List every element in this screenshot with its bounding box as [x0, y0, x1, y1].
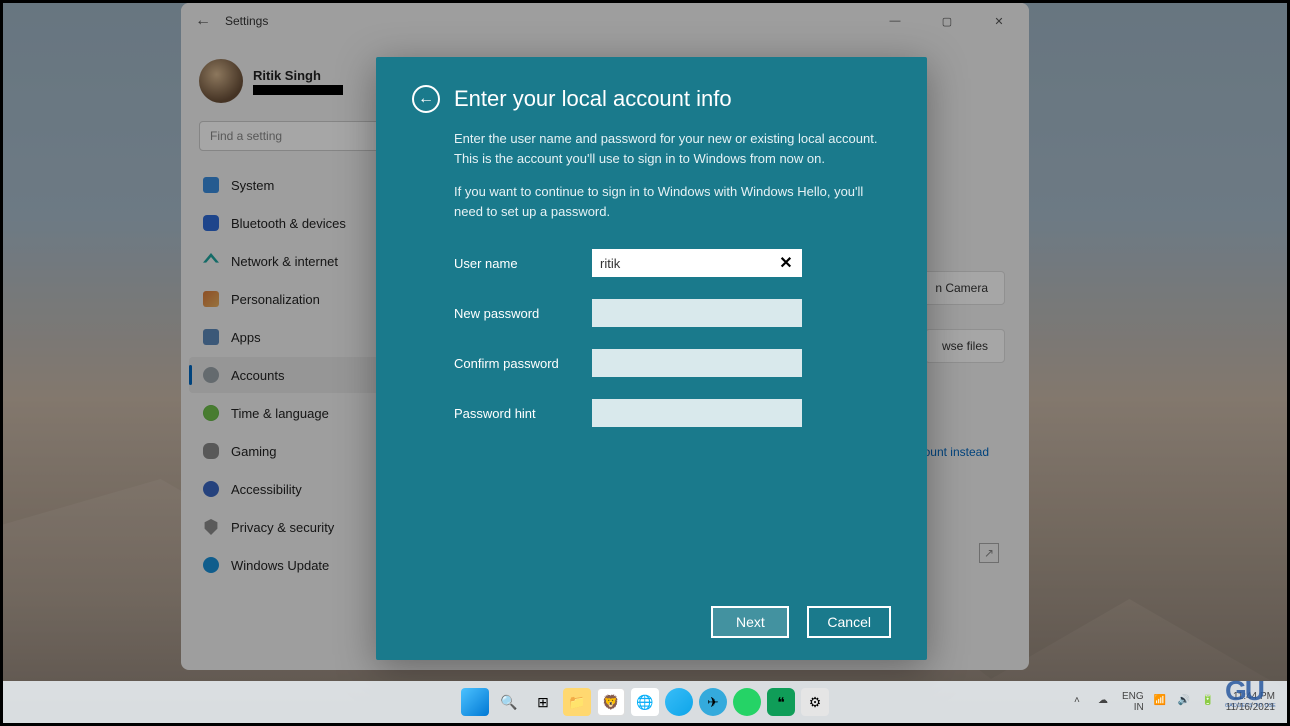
row-new-password: New password [454, 299, 891, 327]
row-confirm-password: Confirm password [454, 349, 891, 377]
next-button[interactable]: Next [711, 606, 789, 638]
username-input[interactable] [592, 249, 802, 277]
confirm-password-label: Confirm password [454, 356, 574, 371]
wifi-icon[interactable]: 📶 [1154, 695, 1168, 709]
password-hint-input[interactable] [592, 399, 802, 427]
row-username: User name ✕ [454, 249, 891, 277]
chrome-icon[interactable]: 🌐 [631, 688, 659, 716]
tray-chevron-icon[interactable]: ˄ [1074, 695, 1088, 709]
clear-input-icon[interactable]: ✕ [776, 253, 796, 273]
language-indicator[interactable]: ENG IN [1122, 691, 1144, 713]
task-view-icon[interactable]: ⊞ [529, 688, 557, 716]
hangouts-icon[interactable]: ❝ [767, 688, 795, 716]
form: User name ✕ New password Confirm passwor… [454, 249, 891, 427]
battery-icon[interactable]: 🔋 [1202, 695, 1216, 709]
brave-icon[interactable]: 🦁 [597, 688, 625, 716]
local-account-dialog: ← Enter your local account info Enter th… [376, 57, 927, 660]
taskbar-center: 🔍 ⊞ 📁 🦁 🌐 ✈ ❝ ⚙ [461, 688, 829, 716]
whatsapp-icon[interactable] [733, 688, 761, 716]
desktop-wallpaper: ← Settings — ▢ ✕ Ritik Singh Find a sett… [3, 3, 1287, 723]
volume-icon[interactable]: 🔊 [1178, 695, 1192, 709]
watermark-logo: GU GADGETS TO USE [1225, 675, 1281, 717]
password-hint-label: Password hint [454, 406, 574, 421]
new-password-label: New password [454, 306, 574, 321]
settings-taskbar-icon[interactable]: ⚙ [801, 688, 829, 716]
dialog-title: Enter your local account info [454, 86, 732, 112]
search-taskbar-icon[interactable]: 🔍 [495, 688, 523, 716]
taskbar: 🔍 ⊞ 📁 🦁 🌐 ✈ ❝ ⚙ ˄ ☁ ENG IN 📶 🔊 🔋 11:44 P… [3, 681, 1287, 723]
dialog-back-button[interactable]: ← [412, 85, 440, 113]
username-label: User name [454, 256, 574, 271]
confirm-password-input[interactable] [592, 349, 802, 377]
file-explorer-icon[interactable]: 📁 [563, 688, 591, 716]
start-button[interactable] [461, 688, 489, 716]
telegram-icon[interactable]: ✈ [699, 688, 727, 716]
dialog-description-2: If you want to continue to sign in to Wi… [454, 182, 891, 221]
onedrive-icon[interactable]: ☁ [1098, 695, 1112, 709]
edge-icon[interactable] [665, 688, 693, 716]
row-password-hint: Password hint [454, 399, 891, 427]
new-password-input[interactable] [592, 299, 802, 327]
cancel-button[interactable]: Cancel [807, 606, 891, 638]
dialog-description-1: Enter the user name and password for you… [454, 129, 891, 168]
